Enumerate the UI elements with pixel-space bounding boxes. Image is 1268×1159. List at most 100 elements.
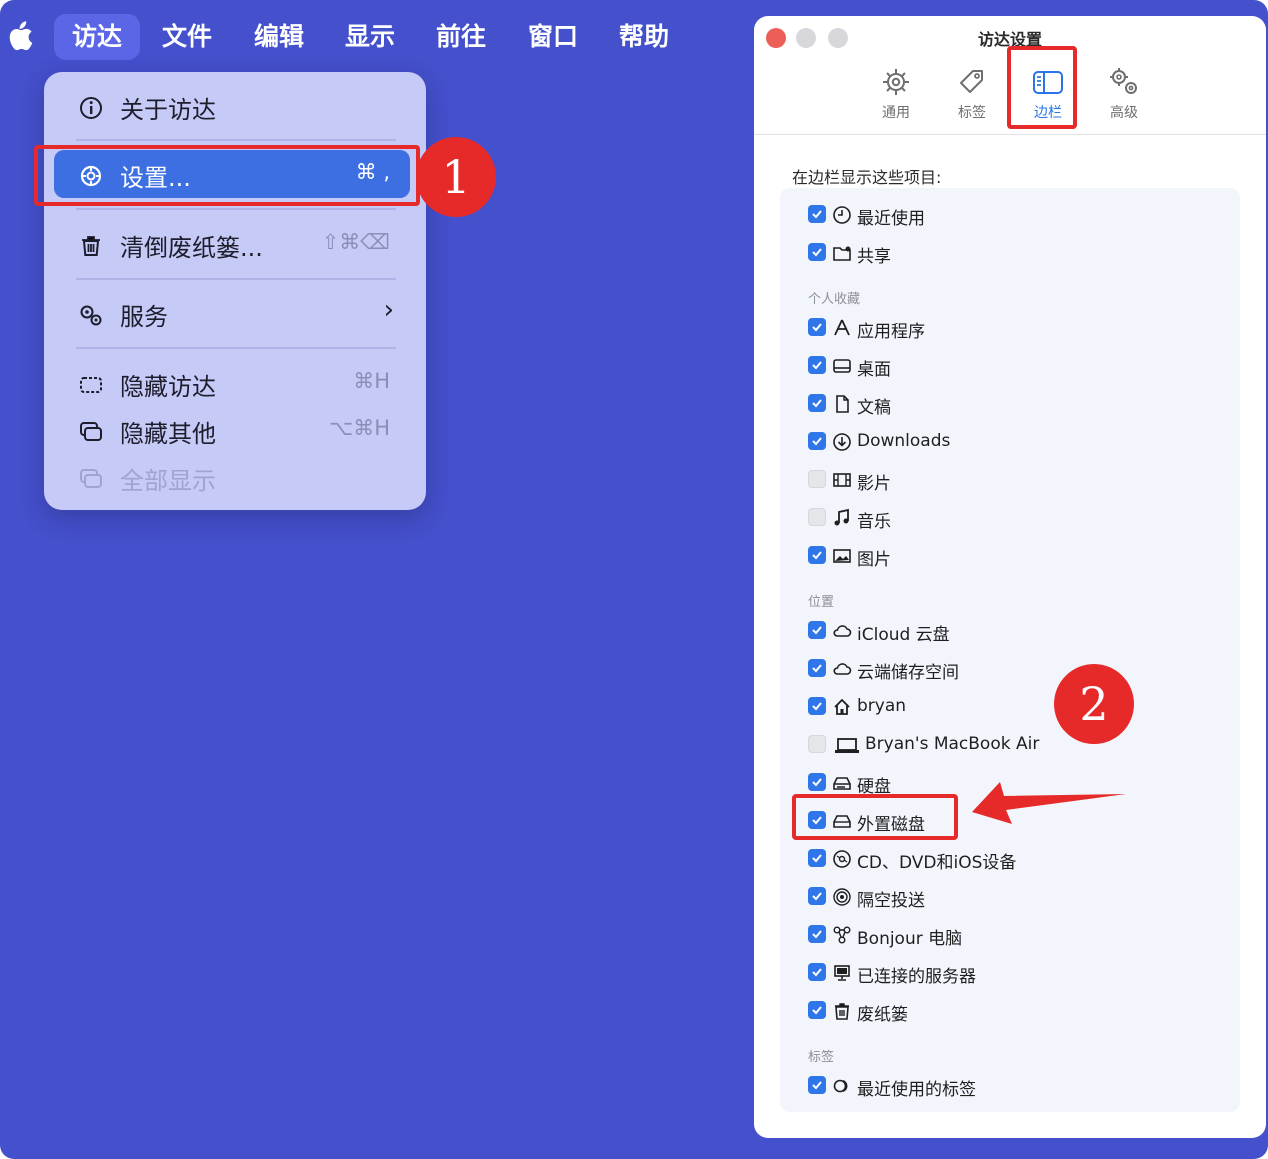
chevron-right-icon: › (383, 295, 394, 325)
gears-icon (1110, 68, 1137, 94)
bonjour-label: Bonjour 电脑 (857, 929, 963, 949)
menu-go[interactable]: 前往 (418, 14, 504, 60)
trash-label: 废纸篓 (857, 1005, 908, 1025)
desktop: 访达 文件 编辑 显示 前往 窗口 帮助 关于访达 设置... ⌘ , 清倒废纸… (0, 0, 1268, 1159)
menu-item-about-finder[interactable]: 关于访达 (44, 82, 426, 132)
desktop-label: 桌面 (857, 360, 891, 380)
checkbox-airdrop[interactable] (808, 887, 826, 905)
hard-disk-icon (833, 777, 851, 790)
menu-divider (76, 278, 396, 280)
music-label: 音乐 (857, 512, 891, 532)
menu-help[interactable]: 帮助 (601, 14, 687, 60)
cds-label: CD、DVD和iOS设备 (857, 853, 1017, 873)
checkbox-cds[interactable] (808, 849, 826, 867)
tab-general-label: 通用 (882, 105, 910, 121)
tab-advanced[interactable]: 高级 (1090, 60, 1158, 130)
server-display-icon (834, 965, 850, 981)
clock-icon (833, 206, 851, 224)
documents-label: 文稿 (857, 398, 891, 418)
downloads-label: Downloads (857, 431, 951, 451)
checkbox-downloads[interactable] (808, 432, 826, 450)
hide-finder-shortcut: ⌘H (353, 369, 390, 393)
recent-tags-label: 最近使用的标签 (857, 1080, 976, 1100)
menu-item-empty-trash[interactable]: 清倒废纸篓... ⇧⌘⌫ (44, 220, 426, 270)
group-locations-label: 位置 (808, 595, 835, 610)
menu-edit[interactable]: 编辑 (236, 14, 322, 60)
checkbox-shared[interactable] (808, 243, 826, 261)
disc-icon (833, 850, 851, 868)
tab-tags-label: 标签 (958, 105, 986, 121)
tab-advanced-label: 高级 (1110, 105, 1138, 121)
bonjour-network-icon (833, 926, 851, 944)
tab-tags[interactable]: 标签 (938, 60, 1006, 130)
info-icon (80, 97, 102, 119)
empty-trash-label: 清倒废纸篓... (120, 234, 263, 262)
tab-general[interactable]: 通用 (862, 60, 930, 130)
music-note-icon (834, 508, 849, 526)
checkbox-music[interactable] (808, 508, 826, 526)
airdrop-icon (833, 888, 851, 906)
about-label: 关于访达 (120, 96, 216, 124)
checkbox-icloud[interactable] (808, 621, 826, 639)
gear-icon (883, 69, 909, 95)
checkbox-bonjour[interactable] (808, 925, 826, 943)
section-title: 在边栏显示这些项目: (792, 168, 942, 187)
menu-item-hide-others[interactable]: 隐藏其他 ⌥⌘H (44, 406, 426, 456)
home-icon (834, 698, 850, 715)
checkbox-recents[interactable] (808, 205, 826, 223)
cloud-icon (833, 625, 852, 637)
hide-window-icon (80, 377, 102, 393)
checkbox-servers[interactable] (808, 963, 826, 981)
tags-icon (833, 1079, 848, 1093)
checkbox-recent-tags[interactable] (808, 1076, 826, 1094)
group-tags-label: 标签 (808, 1050, 835, 1065)
laptop-icon (835, 738, 859, 753)
servers-label: 已连接的服务器 (857, 967, 976, 987)
menu-file[interactable]: 文件 (144, 14, 230, 60)
applications-label: 应用程序 (857, 322, 925, 342)
menu-view[interactable]: 显示 (327, 14, 413, 60)
download-icon (833, 433, 851, 451)
annotation-arrow-icon (972, 782, 1126, 824)
checkbox-hard-disks[interactable] (808, 773, 826, 791)
checkbox-desktop[interactable] (808, 356, 826, 374)
recents-label: 最近使用 (857, 209, 925, 229)
trash-icon (835, 1003, 849, 1020)
menu-item-show-all: 全部显示 (44, 453, 426, 503)
film-icon (833, 473, 851, 487)
finder-settings-window: 访达设置 通用 标签 边栏 高级 在边栏显示这些项目: 最近使用 共享 个人收藏… (754, 16, 1266, 1138)
trash-icon (82, 236, 100, 256)
menu-window[interactable]: 窗口 (510, 14, 596, 60)
checkbox-home[interactable] (808, 697, 826, 715)
checkbox-cloud-storage[interactable] (808, 659, 826, 677)
movies-label: 影片 (857, 474, 891, 494)
show-all-label: 全部显示 (120, 467, 216, 495)
checkbox-computer[interactable] (808, 735, 826, 753)
pictures-label: 图片 (857, 550, 891, 570)
menu-finder[interactable]: 访达 (54, 14, 141, 60)
computer-label: Bryan's MacBook Air (865, 734, 1040, 754)
checkbox-movies[interactable] (808, 470, 826, 488)
apple-logo-icon[interactable] (4, 20, 34, 52)
finder-dropdown-menu: 关于访达 设置... ⌘ , 清倒废纸篓... ⇧⌘⌫ 服务 › 隐藏访达 ⌘H… (44, 72, 426, 510)
group-favorites-label: 个人收藏 (808, 292, 861, 307)
menu-bar: 访达 文件 编辑 显示 前往 窗口 帮助 (0, 0, 740, 72)
hide-finder-label: 隐藏访达 (120, 373, 216, 401)
annotation-badge-1: 1 (416, 137, 496, 217)
shared-label: 共享 (857, 247, 891, 267)
toolbar-divider (754, 134, 1266, 135)
checkbox-trash[interactable] (808, 1001, 826, 1019)
cloud-storage-label: 云端储存空间 (857, 663, 959, 683)
tag-icon (960, 70, 983, 93)
checkbox-applications[interactable] (808, 318, 826, 336)
empty-trash-shortcut: ⇧⌘⌫ (321, 230, 390, 254)
menu-item-hide-finder[interactable]: 隐藏访达 ⌘H (44, 359, 426, 409)
annotation-box-settings (34, 145, 420, 206)
hide-others-icon (80, 422, 102, 441)
airdrop-label: 隔空投送 (857, 891, 925, 911)
checkbox-documents[interactable] (808, 394, 826, 412)
document-icon (836, 395, 849, 413)
checkbox-pictures[interactable] (808, 546, 826, 564)
annotation-box-external-disks (792, 794, 958, 840)
menu-item-services[interactable]: 服务 › (44, 289, 426, 339)
